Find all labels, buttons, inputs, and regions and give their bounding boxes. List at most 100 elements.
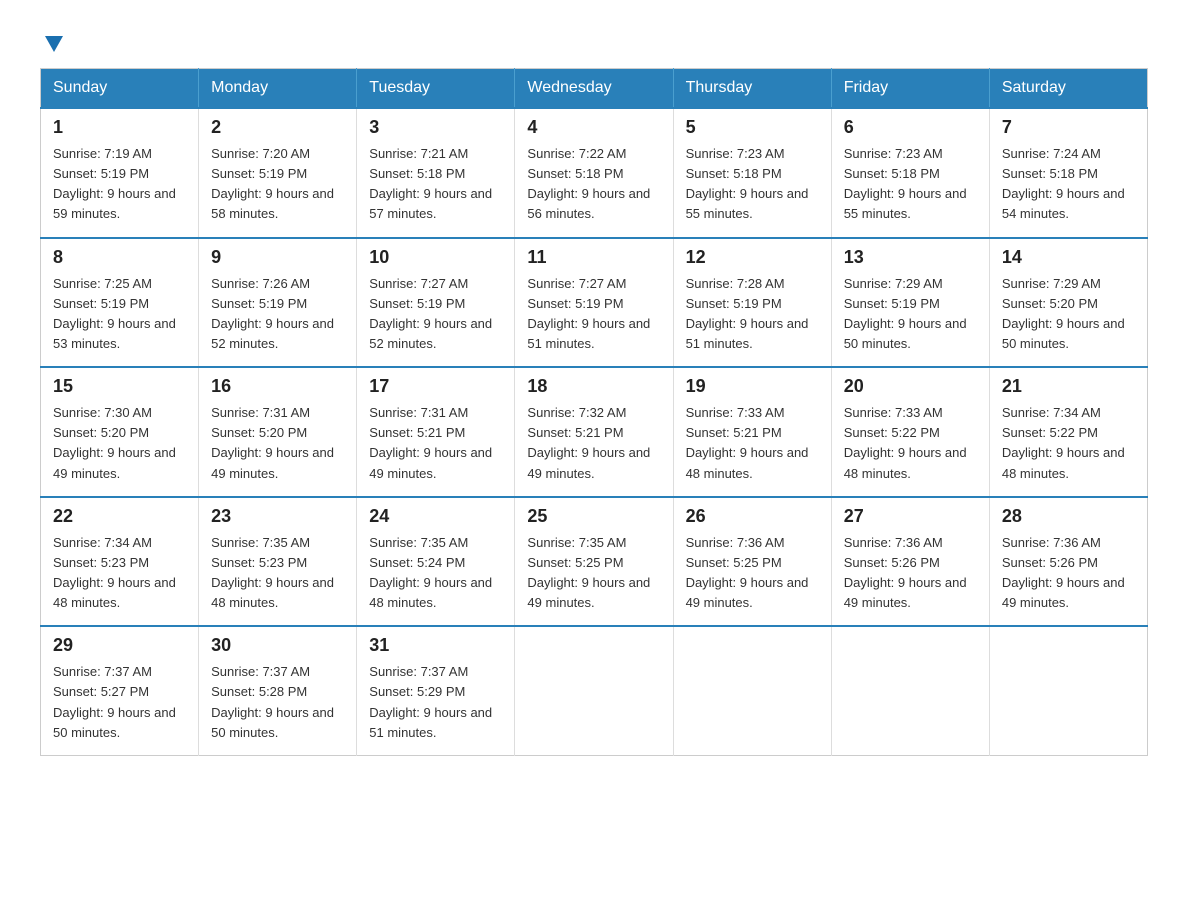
day-detail: Sunrise: 7:27 AMSunset: 5:19 PMDaylight:… bbox=[527, 274, 660, 355]
day-number: 6 bbox=[844, 117, 977, 138]
day-detail: Sunrise: 7:19 AMSunset: 5:19 PMDaylight:… bbox=[53, 144, 186, 225]
day-detail: Sunrise: 7:23 AMSunset: 5:18 PMDaylight:… bbox=[844, 144, 977, 225]
day-detail: Sunrise: 7:22 AMSunset: 5:18 PMDaylight:… bbox=[527, 144, 660, 225]
calendar-day-cell: 3 Sunrise: 7:21 AMSunset: 5:18 PMDayligh… bbox=[357, 108, 515, 238]
calendar-day-cell: 25 Sunrise: 7:35 AMSunset: 5:25 PMDaylig… bbox=[515, 497, 673, 627]
calendar-day-cell bbox=[989, 626, 1147, 755]
calendar-day-cell: 15 Sunrise: 7:30 AMSunset: 5:20 PMDaylig… bbox=[41, 367, 199, 497]
calendar-week-row: 15 Sunrise: 7:30 AMSunset: 5:20 PMDaylig… bbox=[41, 367, 1148, 497]
calendar-day-cell bbox=[515, 626, 673, 755]
calendar-day-cell: 19 Sunrise: 7:33 AMSunset: 5:21 PMDaylig… bbox=[673, 367, 831, 497]
day-number: 29 bbox=[53, 635, 186, 656]
day-detail: Sunrise: 7:35 AMSunset: 5:23 PMDaylight:… bbox=[211, 533, 344, 614]
calendar-day-cell: 14 Sunrise: 7:29 AMSunset: 5:20 PMDaylig… bbox=[989, 238, 1147, 368]
day-detail: Sunrise: 7:34 AMSunset: 5:23 PMDaylight:… bbox=[53, 533, 186, 614]
calendar-table: SundayMondayTuesdayWednesdayThursdayFrid… bbox=[40, 68, 1148, 756]
day-number: 26 bbox=[686, 506, 819, 527]
calendar-day-cell: 20 Sunrise: 7:33 AMSunset: 5:22 PMDaylig… bbox=[831, 367, 989, 497]
day-number: 17 bbox=[369, 376, 502, 397]
calendar-day-cell: 24 Sunrise: 7:35 AMSunset: 5:24 PMDaylig… bbox=[357, 497, 515, 627]
day-detail: Sunrise: 7:26 AMSunset: 5:19 PMDaylight:… bbox=[211, 274, 344, 355]
day-detail: Sunrise: 7:36 AMSunset: 5:26 PMDaylight:… bbox=[1002, 533, 1135, 614]
day-detail: Sunrise: 7:37 AMSunset: 5:28 PMDaylight:… bbox=[211, 662, 344, 743]
day-number: 13 bbox=[844, 247, 977, 268]
calendar-day-cell: 18 Sunrise: 7:32 AMSunset: 5:21 PMDaylig… bbox=[515, 367, 673, 497]
weekday-header-thursday: Thursday bbox=[673, 69, 831, 109]
weekday-header-monday: Monday bbox=[199, 69, 357, 109]
day-detail: Sunrise: 7:36 AMSunset: 5:25 PMDaylight:… bbox=[686, 533, 819, 614]
calendar-day-cell: 29 Sunrise: 7:37 AMSunset: 5:27 PMDaylig… bbox=[41, 626, 199, 755]
day-detail: Sunrise: 7:35 AMSunset: 5:24 PMDaylight:… bbox=[369, 533, 502, 614]
day-detail: Sunrise: 7:31 AMSunset: 5:21 PMDaylight:… bbox=[369, 403, 502, 484]
day-number: 16 bbox=[211, 376, 344, 397]
calendar-day-cell: 23 Sunrise: 7:35 AMSunset: 5:23 PMDaylig… bbox=[199, 497, 357, 627]
day-detail: Sunrise: 7:23 AMSunset: 5:18 PMDaylight:… bbox=[686, 144, 819, 225]
day-detail: Sunrise: 7:37 AMSunset: 5:27 PMDaylight:… bbox=[53, 662, 186, 743]
calendar-day-cell: 12 Sunrise: 7:28 AMSunset: 5:19 PMDaylig… bbox=[673, 238, 831, 368]
calendar-day-cell: 7 Sunrise: 7:24 AMSunset: 5:18 PMDayligh… bbox=[989, 108, 1147, 238]
calendar-week-row: 1 Sunrise: 7:19 AMSunset: 5:19 PMDayligh… bbox=[41, 108, 1148, 238]
day-number: 4 bbox=[527, 117, 660, 138]
day-number: 3 bbox=[369, 117, 502, 138]
day-number: 28 bbox=[1002, 506, 1135, 527]
day-detail: Sunrise: 7:28 AMSunset: 5:19 PMDaylight:… bbox=[686, 274, 819, 355]
calendar-day-cell: 13 Sunrise: 7:29 AMSunset: 5:19 PMDaylig… bbox=[831, 238, 989, 368]
day-number: 23 bbox=[211, 506, 344, 527]
day-number: 27 bbox=[844, 506, 977, 527]
logo bbox=[40, 30, 65, 48]
day-detail: Sunrise: 7:30 AMSunset: 5:20 PMDaylight:… bbox=[53, 403, 186, 484]
day-detail: Sunrise: 7:24 AMSunset: 5:18 PMDaylight:… bbox=[1002, 144, 1135, 225]
calendar-day-cell: 30 Sunrise: 7:37 AMSunset: 5:28 PMDaylig… bbox=[199, 626, 357, 755]
day-number: 2 bbox=[211, 117, 344, 138]
day-detail: Sunrise: 7:27 AMSunset: 5:19 PMDaylight:… bbox=[369, 274, 502, 355]
logo-triangle-icon bbox=[43, 32, 65, 54]
day-detail: Sunrise: 7:33 AMSunset: 5:22 PMDaylight:… bbox=[844, 403, 977, 484]
day-detail: Sunrise: 7:29 AMSunset: 5:19 PMDaylight:… bbox=[844, 274, 977, 355]
day-number: 24 bbox=[369, 506, 502, 527]
day-number: 7 bbox=[1002, 117, 1135, 138]
day-number: 19 bbox=[686, 376, 819, 397]
day-detail: Sunrise: 7:37 AMSunset: 5:29 PMDaylight:… bbox=[369, 662, 502, 743]
calendar-day-cell: 21 Sunrise: 7:34 AMSunset: 5:22 PMDaylig… bbox=[989, 367, 1147, 497]
day-number: 8 bbox=[53, 247, 186, 268]
weekday-header-row: SundayMondayTuesdayWednesdayThursdayFrid… bbox=[41, 69, 1148, 109]
calendar-day-cell: 1 Sunrise: 7:19 AMSunset: 5:19 PMDayligh… bbox=[41, 108, 199, 238]
day-number: 31 bbox=[369, 635, 502, 656]
day-detail: Sunrise: 7:35 AMSunset: 5:25 PMDaylight:… bbox=[527, 533, 660, 614]
calendar-day-cell: 27 Sunrise: 7:36 AMSunset: 5:26 PMDaylig… bbox=[831, 497, 989, 627]
day-number: 22 bbox=[53, 506, 186, 527]
calendar-day-cell: 31 Sunrise: 7:37 AMSunset: 5:29 PMDaylig… bbox=[357, 626, 515, 755]
day-number: 9 bbox=[211, 247, 344, 268]
day-detail: Sunrise: 7:21 AMSunset: 5:18 PMDaylight:… bbox=[369, 144, 502, 225]
calendar-day-cell bbox=[673, 626, 831, 755]
day-number: 15 bbox=[53, 376, 186, 397]
day-number: 12 bbox=[686, 247, 819, 268]
day-detail: Sunrise: 7:34 AMSunset: 5:22 PMDaylight:… bbox=[1002, 403, 1135, 484]
calendar-day-cell: 17 Sunrise: 7:31 AMSunset: 5:21 PMDaylig… bbox=[357, 367, 515, 497]
calendar-week-row: 29 Sunrise: 7:37 AMSunset: 5:27 PMDaylig… bbox=[41, 626, 1148, 755]
day-number: 21 bbox=[1002, 376, 1135, 397]
calendar-day-cell: 4 Sunrise: 7:22 AMSunset: 5:18 PMDayligh… bbox=[515, 108, 673, 238]
day-number: 10 bbox=[369, 247, 502, 268]
calendar-day-cell bbox=[831, 626, 989, 755]
day-number: 18 bbox=[527, 376, 660, 397]
weekday-header-sunday: Sunday bbox=[41, 69, 199, 109]
calendar-day-cell: 5 Sunrise: 7:23 AMSunset: 5:18 PMDayligh… bbox=[673, 108, 831, 238]
calendar-day-cell: 22 Sunrise: 7:34 AMSunset: 5:23 PMDaylig… bbox=[41, 497, 199, 627]
day-detail: Sunrise: 7:36 AMSunset: 5:26 PMDaylight:… bbox=[844, 533, 977, 614]
weekday-header-tuesday: Tuesday bbox=[357, 69, 515, 109]
weekday-header-wednesday: Wednesday bbox=[515, 69, 673, 109]
page-header bbox=[40, 30, 1148, 48]
day-number: 20 bbox=[844, 376, 977, 397]
calendar-week-row: 22 Sunrise: 7:34 AMSunset: 5:23 PMDaylig… bbox=[41, 497, 1148, 627]
day-detail: Sunrise: 7:29 AMSunset: 5:20 PMDaylight:… bbox=[1002, 274, 1135, 355]
calendar-day-cell: 11 Sunrise: 7:27 AMSunset: 5:19 PMDaylig… bbox=[515, 238, 673, 368]
calendar-day-cell: 28 Sunrise: 7:36 AMSunset: 5:26 PMDaylig… bbox=[989, 497, 1147, 627]
calendar-day-cell: 10 Sunrise: 7:27 AMSunset: 5:19 PMDaylig… bbox=[357, 238, 515, 368]
day-detail: Sunrise: 7:25 AMSunset: 5:19 PMDaylight:… bbox=[53, 274, 186, 355]
day-number: 5 bbox=[686, 117, 819, 138]
calendar-day-cell: 2 Sunrise: 7:20 AMSunset: 5:19 PMDayligh… bbox=[199, 108, 357, 238]
day-detail: Sunrise: 7:33 AMSunset: 5:21 PMDaylight:… bbox=[686, 403, 819, 484]
day-detail: Sunrise: 7:32 AMSunset: 5:21 PMDaylight:… bbox=[527, 403, 660, 484]
calendar-day-cell: 26 Sunrise: 7:36 AMSunset: 5:25 PMDaylig… bbox=[673, 497, 831, 627]
